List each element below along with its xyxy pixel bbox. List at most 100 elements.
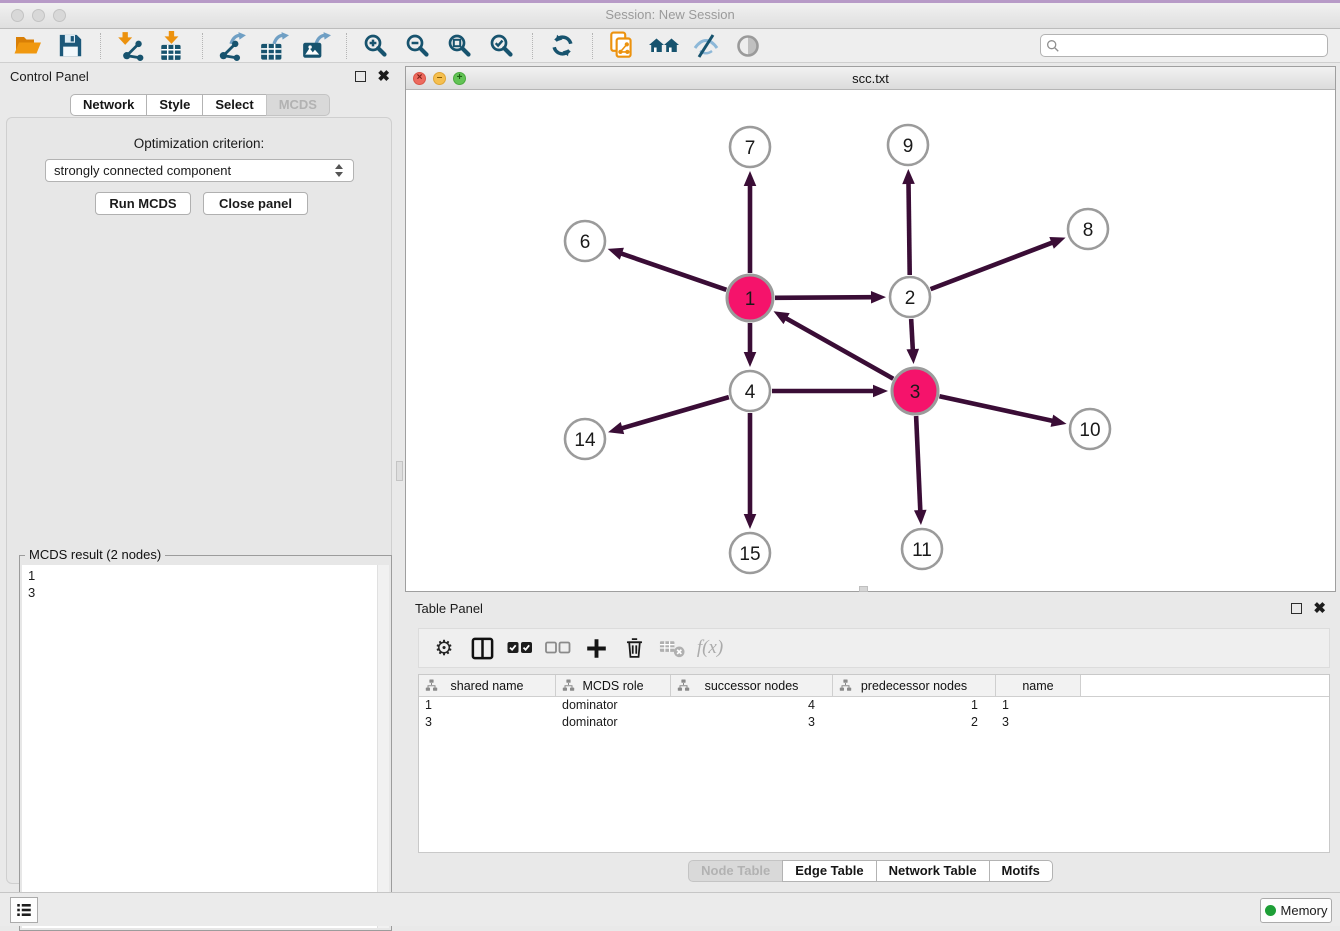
node-label: 7	[745, 138, 756, 159]
export-network-icon[interactable]	[214, 31, 250, 61]
memory-button[interactable]: Memory	[1260, 898, 1332, 923]
optimization-criterion-value: strongly connected component	[54, 163, 335, 178]
deselect-all-rows-icon[interactable]	[541, 633, 575, 663]
duplicate-network-icon[interactable]	[604, 31, 640, 61]
refresh-icon[interactable]	[544, 31, 580, 61]
column-header-name[interactable]: name	[996, 675, 1081, 696]
graph-node-9[interactable]: 9	[888, 125, 928, 165]
graph-edge-2-3[interactable]	[911, 319, 913, 351]
column-header-MCDS-role[interactable]: MCDS role	[556, 675, 671, 696]
column-type-icon	[425, 679, 438, 692]
tab-edge-table[interactable]: Edge Table	[782, 860, 876, 882]
function-builder-icon: f(x)	[693, 633, 727, 663]
homes-icon[interactable]	[646, 31, 682, 61]
graph-node-3[interactable]: 3	[892, 368, 938, 414]
float-panel-icon[interactable]	[355, 71, 366, 82]
graph-edge-1-6[interactable]	[620, 253, 726, 290]
graph-node-10[interactable]: 10	[1070, 409, 1110, 449]
graph-node-6[interactable]: 6	[565, 221, 605, 261]
network-window-titlebar: × – + scc.txt	[406, 67, 1335, 90]
tab-select[interactable]: Select	[202, 94, 266, 116]
graph-node-8[interactable]: 8	[1068, 209, 1108, 249]
graph-node-2[interactable]: 2	[890, 277, 930, 317]
column-label: shared name	[451, 679, 524, 693]
add-row-icon[interactable]	[579, 633, 613, 663]
table-tabs: Node TableEdge TableNetwork TableMotifs	[405, 860, 1336, 882]
column-header-predecessor-nodes[interactable]: predecessor nodes	[833, 675, 996, 696]
edge-arrowhead	[871, 291, 886, 304]
select-all-rows-icon[interactable]	[503, 633, 537, 663]
column-header-shared-name[interactable]: shared name	[419, 675, 556, 696]
tab-node-table[interactable]: Node Table	[688, 860, 783, 882]
optimization-criterion-label: Optimization criterion:	[7, 136, 391, 151]
table-row[interactable]: 3dominator323	[419, 714, 1329, 731]
toggle-panes-icon[interactable]	[465, 633, 499, 663]
node-table: shared name MCDS role successor nodes pr…	[418, 674, 1330, 853]
graph-node-7[interactable]: 7	[730, 127, 770, 167]
hide-graphics-details-icon[interactable]	[688, 31, 724, 61]
graph-edge-3-10[interactable]	[939, 396, 1053, 421]
graph-edge-4-14[interactable]	[621, 397, 729, 429]
tab-style[interactable]: Style	[146, 94, 203, 116]
search-box[interactable]	[1040, 34, 1328, 57]
import-table-icon[interactable]	[154, 31, 190, 61]
close-panel-icon[interactable]: ✖	[377, 71, 390, 82]
horizontal-splitter-grip[interactable]	[859, 586, 868, 592]
column-header-successor-nodes[interactable]: successor nodes	[671, 675, 833, 696]
table-cell[interactable]: 3	[996, 714, 1081, 731]
tab-motifs[interactable]: Motifs	[989, 860, 1053, 882]
table-cell[interactable]: 1	[833, 697, 996, 714]
table-cell[interactable]: 3	[671, 714, 833, 731]
export-image-icon[interactable]	[298, 31, 334, 61]
delete-row-icon[interactable]	[617, 633, 651, 663]
zoom-in-icon[interactable]	[358, 31, 394, 61]
task-history-button[interactable]	[10, 897, 38, 923]
close-panel-button[interactable]: Close panel	[203, 192, 308, 215]
node-label: 3	[910, 382, 921, 403]
mcds-result-text[interactable]: 13	[22, 565, 389, 928]
import-network-icon[interactable]	[112, 31, 148, 61]
zoom-out-icon[interactable]	[400, 31, 436, 61]
graph-node-1[interactable]: 1	[727, 275, 773, 321]
table-cell[interactable]: dominator	[556, 714, 671, 731]
column-label: successor nodes	[705, 679, 799, 693]
graph-node-11[interactable]: 11	[902, 529, 942, 569]
node-label: 1	[745, 289, 756, 310]
vertical-splitter-grip[interactable]	[396, 461, 403, 481]
network-canvas[interactable]: 7 9 6 8 1 2 4 3 14 10 15 11	[406, 89, 1335, 591]
zoom-fit-icon[interactable]	[442, 31, 478, 61]
table-cell[interactable]: 2	[833, 714, 996, 731]
close-table-panel-icon[interactable]: ✖	[1313, 603, 1326, 614]
graph-edge-3-1[interactable]	[785, 318, 893, 379]
optimization-criterion-select[interactable]: strongly connected component	[45, 159, 354, 182]
table-cell[interactable]: 1	[996, 697, 1081, 714]
export-table-icon[interactable]	[256, 31, 292, 61]
table-row[interactable]: 1dominator411	[419, 697, 1329, 714]
table-cell[interactable]: 3	[419, 714, 556, 731]
graph-edge-3-11[interactable]	[916, 416, 920, 512]
settings-icon[interactable]: ⚙	[427, 633, 461, 663]
table-cell[interactable]: 1	[419, 697, 556, 714]
float-table-panel-icon[interactable]	[1291, 603, 1302, 614]
zoom-selected-icon[interactable]	[484, 31, 520, 61]
toolbar-separator	[202, 33, 204, 59]
graph-edge-2-8[interactable]	[931, 242, 1054, 289]
graph-node-14[interactable]: 14	[565, 419, 605, 459]
tab-mcds[interactable]: MCDS	[266, 94, 330, 116]
graph-edge-1-2[interactable]	[775, 297, 873, 298]
list-icon	[15, 901, 33, 919]
mcds-result-groupbox: MCDS result (2 nodes) 13	[19, 555, 392, 931]
graph-node-15[interactable]: 15	[730, 533, 770, 573]
table-cell[interactable]: 4	[671, 697, 833, 714]
run-mcds-button[interactable]: Run MCDS	[95, 192, 191, 215]
tab-network-table[interactable]: Network Table	[876, 860, 990, 882]
graph-edge-2-9[interactable]	[908, 182, 909, 275]
save-session-icon[interactable]	[52, 31, 88, 61]
result-scrollbar[interactable]	[377, 565, 389, 928]
open-session-icon[interactable]	[10, 31, 46, 61]
show-graphics-details-icon[interactable]	[730, 31, 766, 61]
graph-node-4[interactable]: 4	[730, 371, 770, 411]
tab-network[interactable]: Network	[70, 94, 147, 116]
search-input[interactable]	[1060, 36, 1327, 55]
table-cell[interactable]: dominator	[556, 697, 671, 714]
